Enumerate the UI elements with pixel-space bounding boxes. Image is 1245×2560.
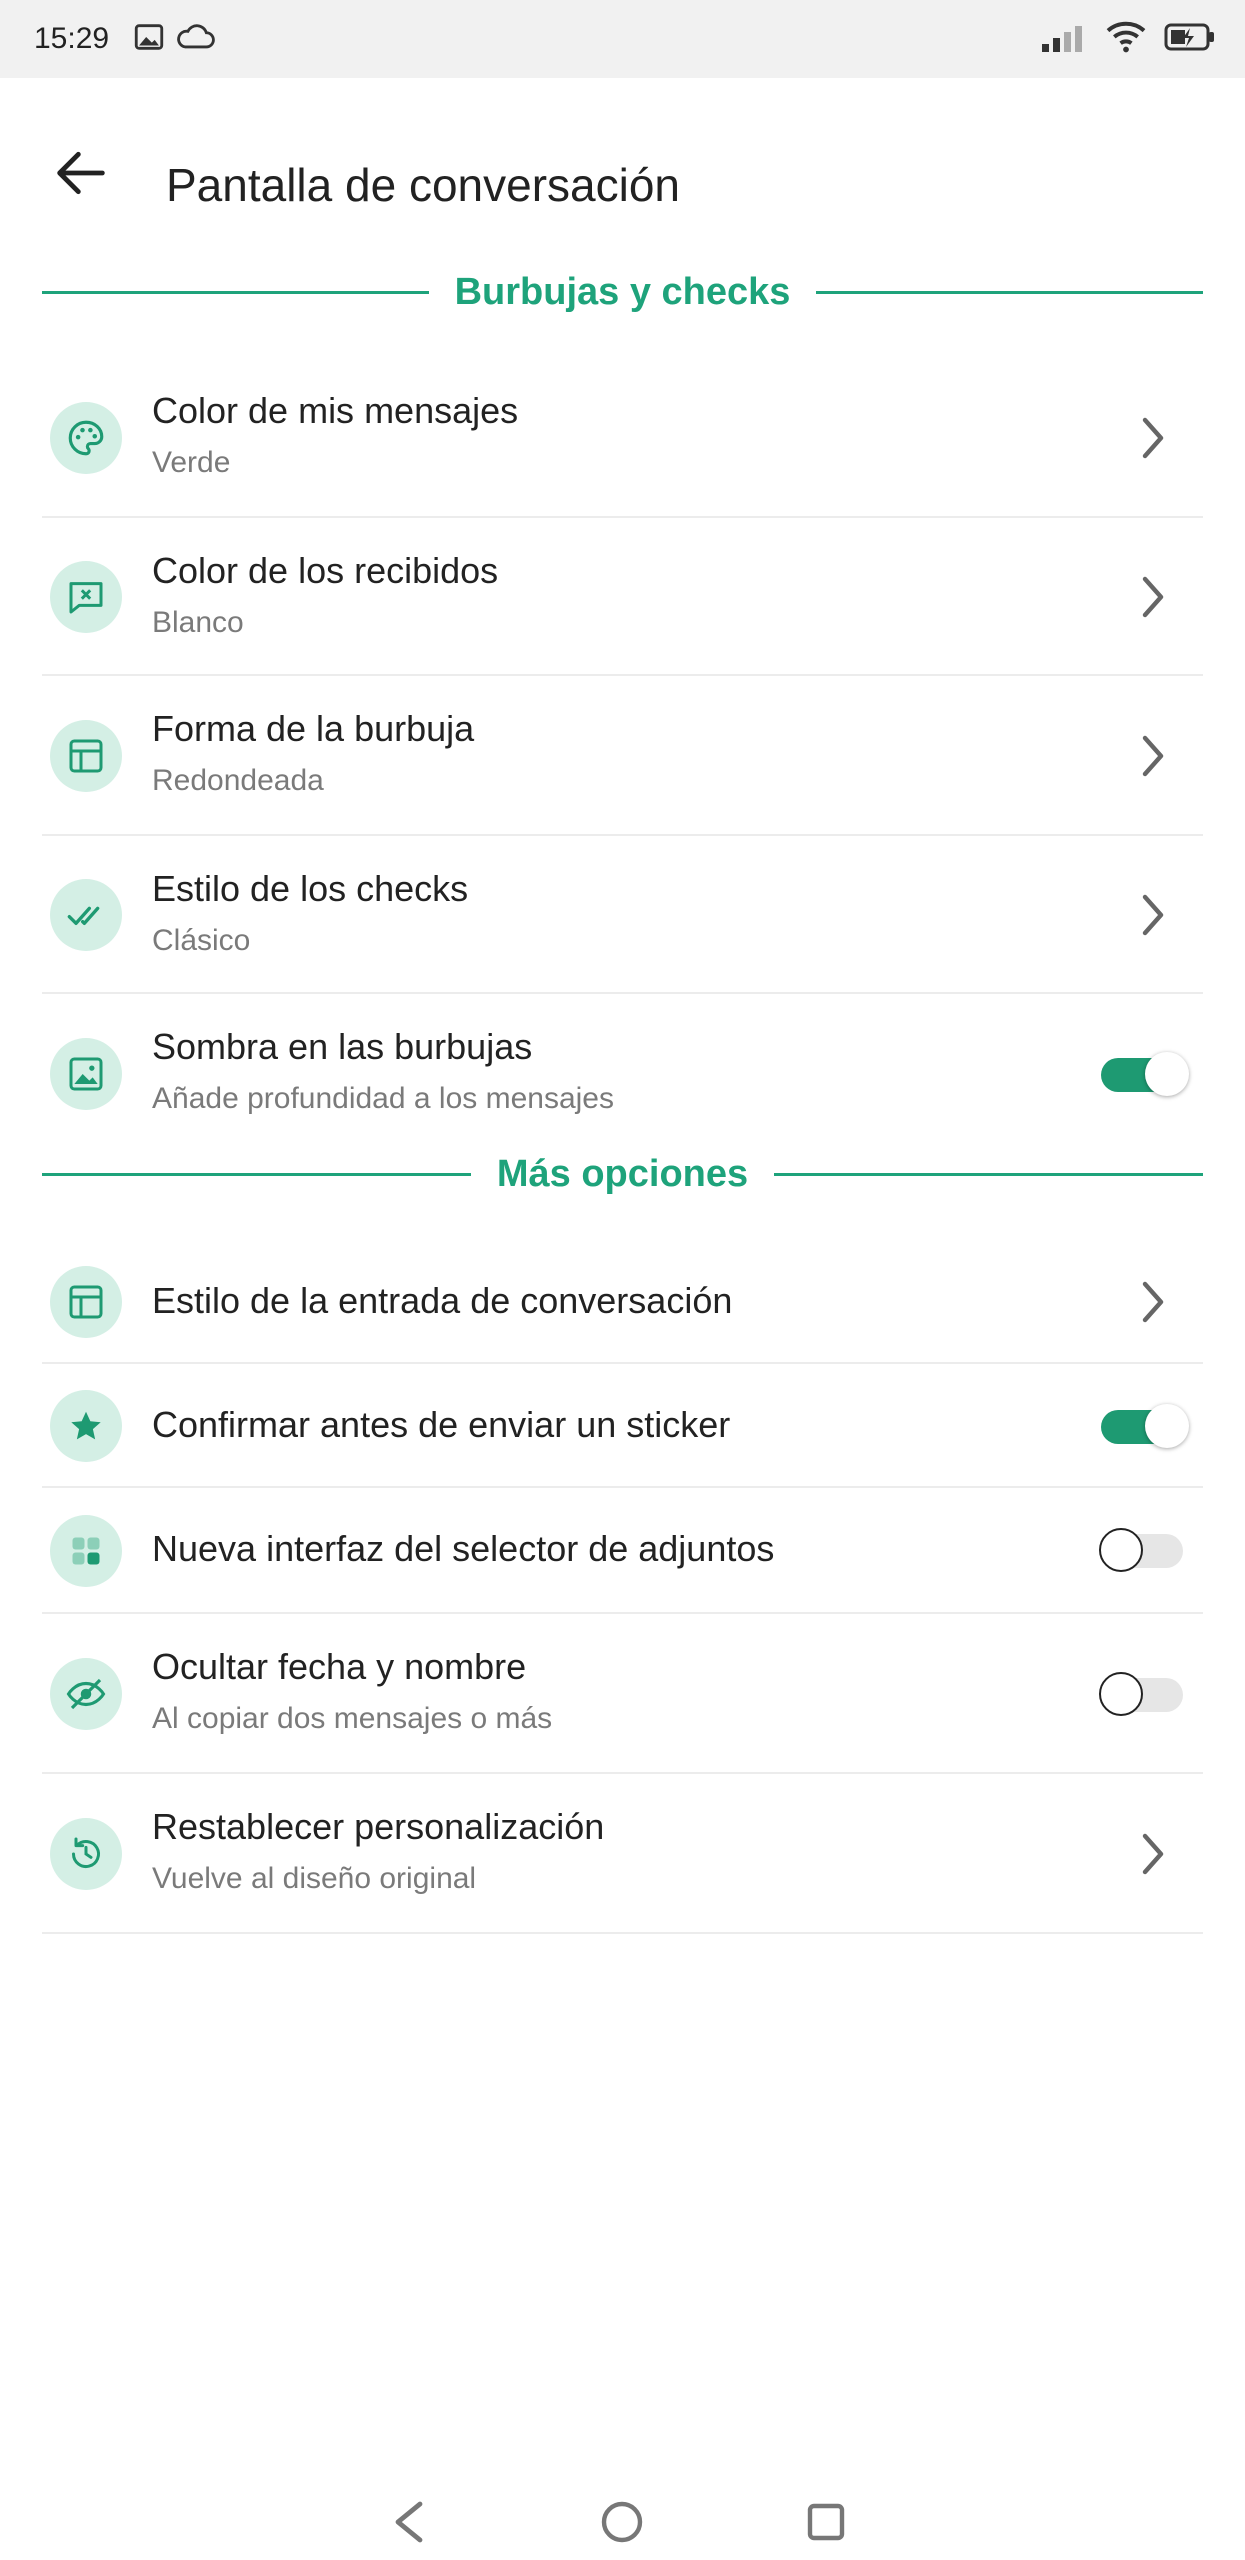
arrow-back-icon — [57, 151, 105, 195]
wifi-icon — [1104, 18, 1148, 59]
palette-icon — [50, 402, 122, 474]
setting-title: Color de mis mensajes — [152, 390, 519, 431]
status-bar: 15:29 — [0, 0, 1245, 78]
chevron-right-icon — [1133, 891, 1173, 939]
hide-date-name-toggle[interactable] — [1099, 1672, 1189, 1716]
double-check-icon — [50, 879, 122, 951]
shadow-toggle[interactable] — [1101, 1052, 1189, 1096]
setting-title: Forma de la burbuja — [152, 708, 475, 749]
setting-title: Restablecer personalización — [152, 1806, 605, 1847]
nav-home-icon[interactable] — [592, 2492, 652, 2552]
chevron-right-icon — [1133, 1830, 1173, 1878]
setting-subtitle: Añade profundidad a los mensajes — [152, 1082, 614, 1115]
eye-off-icon — [50, 1658, 122, 1730]
restore-icon — [50, 1818, 122, 1890]
setting-title: Sombra en las burbujas — [152, 1026, 533, 1067]
signal-icon — [1040, 22, 1088, 59]
setting-title: Color de los recibidos — [152, 550, 499, 591]
chevron-right-icon — [1133, 1278, 1173, 1326]
setting-subtitle: Al copiar dos mensajes o más — [152, 1702, 553, 1735]
setting-title: Estilo de la entrada de conversación — [152, 1280, 733, 1321]
nav-recents-icon[interactable] — [796, 2492, 856, 2552]
setting-subtitle: Redondeada — [152, 764, 324, 797]
setting-row-confirmar-sticker[interactable]: Confirmar antes de enviar un sticker — [42, 1364, 1203, 1488]
setting-subtitle: Vuelve al diseño original — [152, 1862, 477, 1895]
layout-icon — [50, 1266, 122, 1338]
setting-title: Estilo de los checks — [152, 868, 469, 909]
chevron-right-icon — [1133, 573, 1173, 621]
cloud-icon — [172, 20, 218, 59]
status-time: 15:29 — [34, 22, 110, 55]
setting-row-estilo-entrada[interactable]: Estilo de la entrada de conversación — [42, 1240, 1203, 1364]
image-icon — [132, 20, 166, 59]
setting-row-estilo-checks[interactable]: Estilo de los checks Clásico — [42, 836, 1203, 994]
attachment-selector-toggle[interactable] — [1099, 1528, 1189, 1572]
page-title: Pantalla de conversación — [166, 159, 680, 211]
setting-row-forma-burbuja[interactable]: Forma de la burbuja Redondeada — [42, 676, 1203, 836]
setting-title: Ocultar fecha y nombre — [152, 1646, 527, 1687]
layout-icon — [50, 720, 122, 792]
image-icon — [50, 1038, 122, 1110]
setting-subtitle: Clásico — [152, 924, 251, 957]
setting-row-selector-adjuntos[interactable]: Nueva interfaz del selector de adjuntos — [42, 1488, 1203, 1614]
chevron-right-icon — [1133, 414, 1173, 462]
message-x-icon — [50, 561, 122, 633]
setting-subtitle: Verde — [152, 446, 231, 479]
setting-title: Nueva interfaz del selector de adjuntos — [152, 1528, 775, 1569]
section-header-mas-opciones: Más opciones — [42, 1144, 1204, 1204]
setting-row-restablecer[interactable]: Restablecer personalización Vuelve al di… — [42, 1774, 1203, 1934]
section-header-burbujas: Burbujas y checks — [42, 262, 1204, 322]
battery-charging-icon — [1164, 22, 1216, 57]
section-title: Más opciones — [496, 1152, 749, 1195]
grid-icon — [50, 1515, 122, 1587]
setting-title: Confirmar antes de enviar un sticker — [152, 1404, 731, 1445]
sticker-confirm-toggle[interactable] — [1101, 1404, 1189, 1448]
star-icon — [50, 1390, 122, 1462]
back-button[interactable] — [36, 128, 126, 218]
chevron-right-icon — [1133, 732, 1173, 780]
app-bar: Pantalla de conversación — [0, 78, 1245, 258]
setting-row-ocultar-fecha[interactable]: Ocultar fecha y nombre Al copiar dos men… — [42, 1614, 1203, 1774]
nav-bar — [0, 2480, 1245, 2560]
setting-row-sombra[interactable]: Sombra en las burbujas Añade profundidad… — [42, 994, 1203, 1154]
setting-row-color-mis-mensajes[interactable]: Color de mis mensajes Verde — [42, 358, 1203, 518]
nav-back-icon[interactable] — [378, 2492, 438, 2552]
setting-subtitle: Blanco — [152, 606, 244, 639]
section-title: Burbujas y checks — [454, 270, 791, 313]
setting-row-color-recibidos[interactable]: Color de los recibidos Blanco — [42, 518, 1203, 676]
